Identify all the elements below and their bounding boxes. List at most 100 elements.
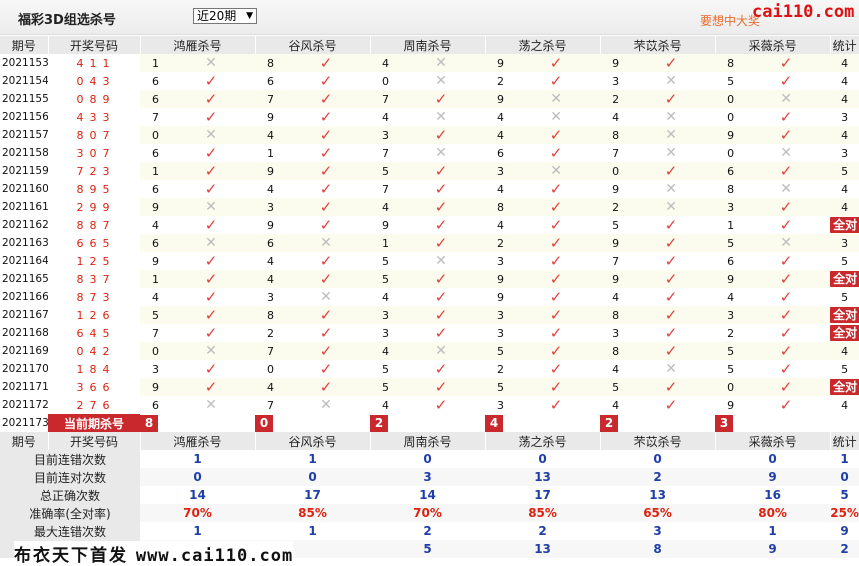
row-draw-numbers: 433 — [76, 110, 116, 124]
cross-icon: ✕ — [665, 181, 677, 197]
top-bar: 福彩3D组选杀号 近20期 ▼ 要想中大奖 cai110.com — [0, 0, 859, 35]
check-icon: ✓ — [204, 252, 218, 270]
row-kill-number: 3 — [152, 362, 159, 376]
summary-label: 准确率(全对率) — [0, 504, 140, 522]
cross-icon: ✕ — [665, 127, 677, 143]
check-icon: ✓ — [664, 216, 678, 234]
row-kill-number: 8 — [255, 306, 283, 324]
row-kill-number: 3 — [485, 306, 513, 324]
current-kill-5: 2 — [600, 414, 619, 432]
summary-value: 85% — [255, 504, 371, 522]
row-kill-number: 6 — [255, 234, 283, 252]
summary-value: 9 — [715, 468, 831, 486]
row-kill-number: 6 — [715, 162, 743, 180]
row-kill-number: 0 — [715, 378, 743, 396]
summary-col-killer-2: 谷风杀号 — [255, 432, 371, 450]
row-kill-number: 4 — [370, 198, 398, 216]
summary-row: 最大连错次数 1 1 2 2 3 1 9 — [0, 522, 859, 540]
summary-value: 0 — [768, 452, 777, 466]
cross-icon: ✕ — [435, 145, 447, 161]
cross-icon: ✕ — [665, 361, 677, 377]
check-icon: ✓ — [664, 234, 678, 252]
row-stat: 5 — [830, 162, 859, 180]
all-correct-badge: 全对 — [830, 217, 859, 233]
row-kill-number: 4 — [255, 378, 283, 396]
col-killer-1: 鸿雁杀号 — [140, 36, 256, 54]
row-kill-number: 1 — [267, 146, 275, 160]
summary-col-killer-5: 芣苡杀号 — [600, 432, 716, 450]
check-icon: ✓ — [319, 72, 333, 90]
summary-col-numbers: 开奖号码 — [48, 432, 141, 450]
row-issue: 2021172 — [2, 399, 48, 411]
summary-value: 5 — [370, 540, 486, 558]
row-issue: 2021170 — [2, 363, 48, 375]
cross-icon: ✕ — [205, 343, 217, 359]
check-icon: ✓ — [319, 306, 333, 324]
col-numbers: 开奖号码 — [48, 36, 141, 54]
check-icon: ✓ — [319, 378, 333, 396]
summary-value: 3 — [653, 524, 662, 538]
row-kill-number: 4 — [727, 290, 735, 304]
row-issue: 2021160 — [2, 183, 48, 195]
row-kill-number: 9 — [255, 162, 283, 180]
check-icon: ✓ — [549, 180, 563, 198]
summary-value: 80% — [715, 504, 831, 522]
check-icon: ✓ — [664, 162, 678, 180]
check-icon: ✓ — [434, 198, 448, 216]
row-kill-number: 5 — [382, 362, 390, 376]
row-kill-number: 4 — [152, 218, 159, 232]
kill-number-table: 期号 开奖号码 鸿雁杀号 谷风杀号 周南杀号 荡之杀号 芣苡杀号 采薇杀号 统计… — [0, 36, 859, 558]
watermark-bottom-url: www.cai110.com — [135, 546, 294, 566]
all-correct-badge: 全对 — [830, 307, 859, 323]
current-kill-3: 2 — [370, 414, 389, 432]
promo-link[interactable]: 要想中大奖 — [700, 12, 760, 29]
table-row: 2021155 089 6 ✓ 7 ✓ 7 ✓ 9 ✕ 2 ✓ 0 ✕ 4 — [0, 90, 859, 108]
row-kill-number: 7 — [370, 90, 398, 108]
check-icon: ✓ — [319, 90, 333, 108]
row-kill-number: 4 — [267, 254, 275, 268]
row-issue: 2021169 — [2, 345, 48, 357]
row-draw-numbers: 723 — [76, 164, 116, 178]
row-issue: 2021158 — [2, 147, 48, 159]
row-kill-number: 3 — [267, 290, 275, 304]
row-kill-number: 7 — [612, 254, 620, 268]
row-kill-number: 4 — [612, 398, 620, 412]
row-kill-number: 9 — [140, 198, 167, 216]
row-kill-number: 9 — [485, 90, 513, 108]
summary-value: 0 — [255, 468, 371, 486]
cross-icon: ✕ — [665, 145, 677, 161]
row-stat: 4 — [830, 126, 859, 144]
summary-value: 0 — [423, 452, 432, 466]
row-stat: 5 — [841, 362, 849, 376]
check-icon: ✓ — [204, 108, 218, 126]
row-kill-number: 8 — [715, 54, 743, 72]
cross-icon: ✕ — [320, 397, 332, 413]
summary-value: 13 — [485, 540, 601, 558]
row-issue: 2021171 — [2, 381, 48, 393]
cross-icon: ✕ — [665, 199, 677, 215]
check-icon: ✓ — [319, 324, 333, 342]
check-icon: ✓ — [779, 54, 793, 72]
row-kill-number: 7 — [382, 146, 390, 160]
summary-value: 17 — [304, 488, 321, 502]
row-stat: 4 — [841, 182, 849, 196]
period-select[interactable]: 近20期 ▼ — [193, 8, 257, 24]
col-killer-3: 周南杀号 — [370, 36, 486, 54]
check-icon: ✓ — [664, 54, 678, 72]
cross-icon: ✕ — [780, 181, 792, 197]
all-correct-badge: 全对 — [830, 325, 859, 341]
row-kill-number: 5 — [727, 362, 735, 376]
check-icon: ✓ — [319, 144, 333, 162]
table-row: 2021170 184 3 ✓ 0 ✓ 5 ✓ 2 ✓ 4 ✕ 5 ✓ 5 — [0, 360, 859, 378]
row-draw-numbers: 895 — [76, 182, 116, 196]
summary-value: 16 — [764, 488, 781, 502]
cross-icon: ✕ — [550, 109, 562, 125]
row-kill-number: 1 — [727, 218, 735, 232]
row-kill-number: 8 — [255, 54, 283, 72]
cross-icon: ✕ — [550, 163, 562, 179]
check-icon: ✓ — [779, 108, 793, 126]
check-icon: ✓ — [204, 90, 218, 108]
check-icon: ✓ — [779, 396, 793, 414]
row-kill-number: 4 — [267, 182, 275, 196]
check-icon: ✓ — [549, 288, 563, 306]
